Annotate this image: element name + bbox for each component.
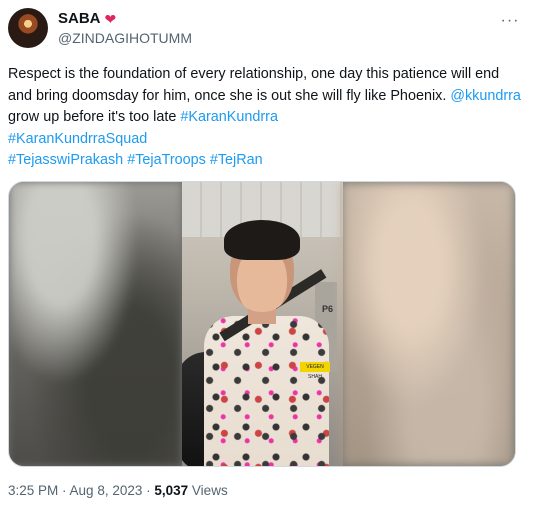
shirt-tag: VEGEN SHAH	[300, 362, 330, 380]
author-info: SABA ❤ @ZINDAGIHOTUMM	[58, 9, 192, 47]
video-media[interactable]: P6 VEGEN SHAH	[8, 181, 516, 467]
separator: ·	[142, 483, 155, 498]
views-count: 5,037	[154, 483, 189, 498]
display-name[interactable]: SABA	[58, 9, 101, 28]
hashtag-link[interactable]: #KaranKundrraSquad	[8, 131, 147, 147]
tweet: SABA ❤ @ZINDAGIHOTUMM ··· Respect is the…	[0, 0, 535, 506]
pillar-label: P6	[321, 304, 333, 314]
user-handle[interactable]: @ZINDAGIHOTUMM	[58, 29, 192, 47]
tweet-header: SABA ❤ @ZINDAGIHOTUMM ···	[8, 8, 525, 48]
hair	[224, 220, 300, 260]
hashtag-link[interactable]: #TejaTroops	[127, 152, 206, 168]
video-frame: P6 VEGEN SHAH	[182, 182, 343, 466]
display-name-row[interactable]: SABA ❤	[58, 9, 192, 28]
avatar-image	[17, 14, 39, 42]
red-heart-icon: ❤	[104, 10, 117, 27]
views-label: Views	[188, 483, 228, 498]
more-options-button[interactable]: ···	[495, 10, 525, 32]
avatar[interactable]	[8, 8, 48, 48]
tweet-text-part2: grow up before it's too late	[8, 109, 181, 125]
more-horizontal-icon: ···	[500, 12, 520, 29]
hashtag-link[interactable]: #KaranKundrra	[180, 109, 278, 125]
hashtag-link[interactable]: #TejRan	[210, 152, 263, 168]
video-blur-right	[341, 182, 515, 466]
separator: ·	[58, 483, 70, 498]
tweet-text-part1: Respect is the foundation of every relat…	[8, 66, 500, 104]
tweet-date[interactable]: Aug 8, 2023	[70, 483, 143, 498]
hashtag-link[interactable]: #TejasswiPrakash	[8, 152, 123, 168]
mention-link[interactable]: @kkundrra	[450, 88, 521, 104]
video-blur-left	[9, 182, 182, 466]
tweet-text: Respect is the foundation of every relat…	[8, 64, 523, 172]
tweet-footer: 3:25 PM · Aug 8, 2023 · 5,037 Views	[8, 483, 228, 498]
tweet-time[interactable]: 3:25 PM	[8, 483, 58, 498]
